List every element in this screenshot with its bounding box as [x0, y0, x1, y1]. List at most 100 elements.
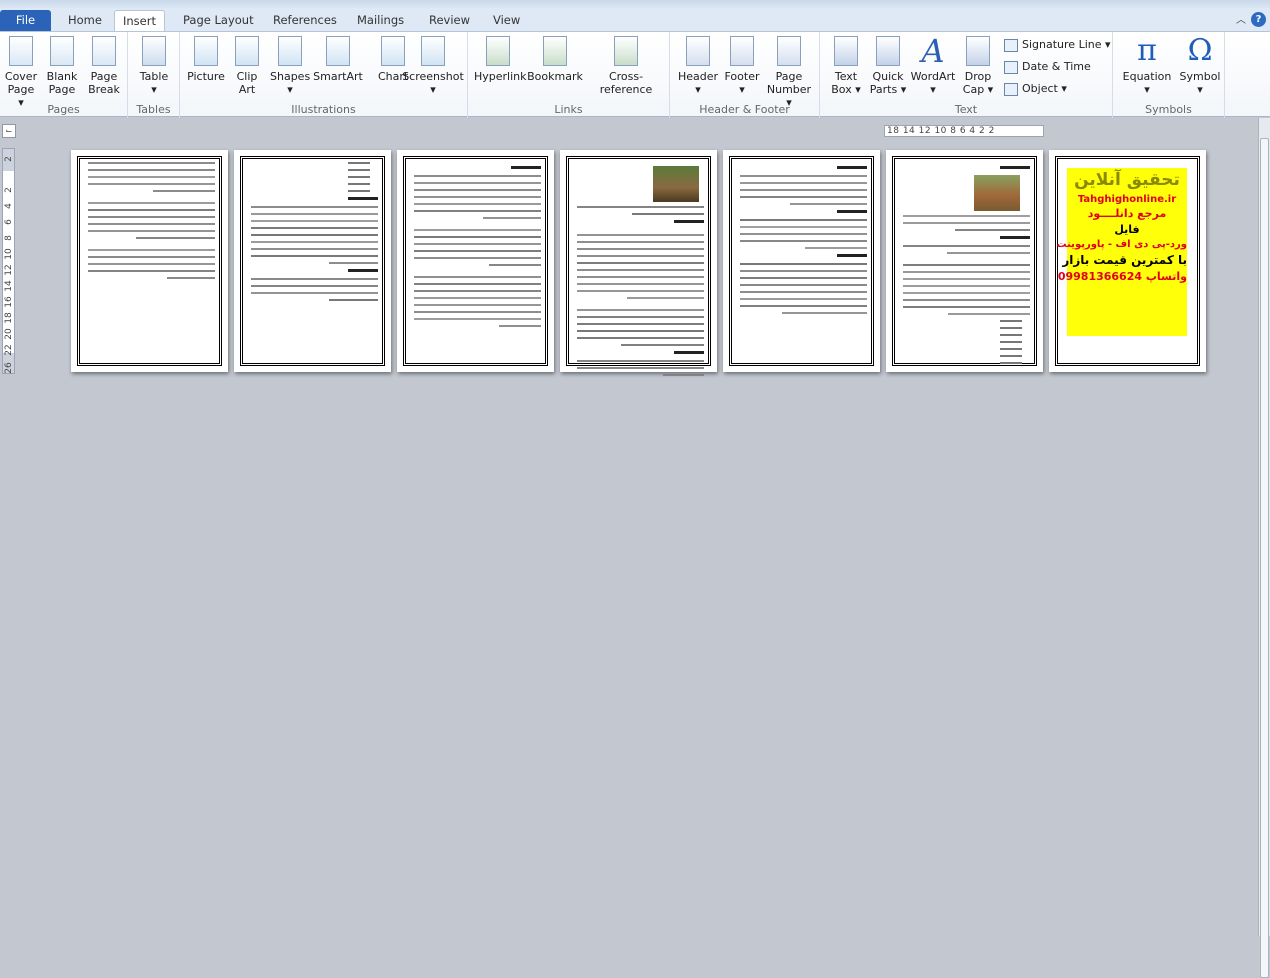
- page-thumbnail[interactable]: تحقیق آنلاین Tahghighonline.ir مرجع دانلــ…: [1049, 150, 1206, 372]
- object-button[interactable]: Object ▾: [1004, 82, 1067, 96]
- tab-references[interactable]: References: [265, 10, 345, 31]
- text-box-button[interactable]: Text Box ▾: [826, 36, 866, 96]
- equation-button[interactable]: π Equation ▾: [1117, 36, 1177, 97]
- quick-parts-button[interactable]: Quick Parts ▾: [868, 36, 908, 96]
- button-label: Cross-reference: [599, 70, 653, 96]
- clip-art-button[interactable]: Clip Art: [230, 36, 264, 96]
- table-button[interactable]: Table ▾: [134, 36, 174, 96]
- smartart-icon: [326, 36, 350, 66]
- button-label-2: [527, 83, 583, 96]
- ribbon: Cover Page ▾ Blank Page Page Break Pages Table ▾…: [0, 31, 1270, 118]
- page-thumbnail[interactable]: [234, 150, 391, 372]
- vertical-scrollbar[interactable]: [1258, 118, 1270, 978]
- button-label-2: ▾: [1197, 83, 1203, 96]
- text-icon: [834, 36, 858, 66]
- group-pages: Cover Page ▾ Blank Page Page Break Pages: [0, 32, 128, 118]
- ad-whatsapp: واتساپ: [1145, 269, 1187, 283]
- page-text: [899, 162, 1030, 369]
- button-label-2: [184, 83, 228, 96]
- tab-insert[interactable]: Insert: [114, 10, 165, 31]
- page-image: [974, 175, 1020, 211]
- drop-cap-button[interactable]: Drop Cap ▾: [958, 36, 998, 96]
- button-label-2: Break: [88, 83, 120, 96]
- page-text: [573, 162, 704, 381]
- page-break-button[interactable]: Page Break: [87, 36, 121, 96]
- tab-view[interactable]: View: [485, 10, 528, 31]
- shapes-button[interactable]: Shapes ▾: [270, 36, 310, 96]
- ad-line4: با کمترین قیمت بازار: [1062, 252, 1187, 267]
- button-label-2: [474, 83, 522, 96]
- footer-button[interactable]: Footer ▾: [722, 36, 762, 96]
- tab-home[interactable]: Home: [60, 10, 110, 31]
- hyperlink-icon: [486, 36, 510, 66]
- header-button[interactable]: Header ▾: [676, 36, 720, 96]
- smartart-button[interactable]: SmartArt: [312, 36, 364, 96]
- ruler-tick-label: 8: [4, 235, 14, 241]
- button-label: Clip: [236, 70, 258, 83]
- page-text: [410, 162, 541, 332]
- button-label: Drop: [964, 70, 992, 83]
- button-label-2: Page: [48, 83, 76, 96]
- group-label: Symbols: [1145, 103, 1192, 116]
- group-label: Tables: [136, 103, 171, 116]
- cross-reference-button[interactable]: Cross-reference: [584, 36, 668, 109]
- page-thumbnail[interactable]: [723, 150, 880, 372]
- group-symbols: π Equation ▾ Ω Symbol ▾ Symbols: [1113, 32, 1225, 118]
- wordart-icon: A: [921, 32, 945, 70]
- button-label: Text: [834, 70, 858, 83]
- button-label-2: ▾: [430, 83, 436, 96]
- page-thumbnail[interactable]: [560, 150, 717, 376]
- tab-page-layout[interactable]: Page Layout: [175, 10, 262, 31]
- tab-file[interactable]: File: [0, 10, 51, 31]
- button-label: Bookmark: [527, 70, 583, 83]
- tab-review[interactable]: Review: [421, 10, 478, 31]
- hyperlink-button[interactable]: Hyperlink: [474, 36, 527, 96]
- shapes-icon: [278, 36, 302, 66]
- button-label-2: Art: [238, 83, 256, 96]
- ruler-tick-label: 18: [4, 312, 14, 324]
- ruler-tick-label: 16: [4, 296, 14, 308]
- date-time-button[interactable]: Date & Time: [1004, 60, 1091, 74]
- help-icon[interactable]: ?: [1251, 12, 1266, 27]
- button-label-2: ▾: [287, 83, 293, 96]
- screenshot-button[interactable]: Screenshot ▾: [402, 36, 464, 96]
- ruler-tick-label: 12: [4, 264, 14, 276]
- tab-mailings[interactable]: Mailings: [349, 10, 412, 31]
- tab-selector[interactable]: ⌙: [2, 124, 16, 138]
- page-number-button[interactable]: Page Number ▾: [766, 36, 812, 109]
- header-icon: [686, 36, 710, 66]
- button-label: Shapes: [270, 70, 311, 83]
- button-label: Page: [90, 70, 118, 83]
- button-label-2: Box ▾: [831, 83, 861, 96]
- scrollbar-thumb[interactable]: [1260, 138, 1269, 978]
- ad-phone: واتساپ 09981366624: [1058, 269, 1187, 284]
- picture-button[interactable]: Picture: [184, 36, 228, 96]
- page-thumbnail[interactable]: [71, 150, 228, 372]
- bookmark-button[interactable]: Bookmark: [527, 36, 583, 96]
- object-icon: [1004, 82, 1018, 96]
- blank-icon: [50, 36, 74, 66]
- button-label: Screenshot: [402, 70, 464, 83]
- button-label: Equation: [1122, 70, 1172, 83]
- vertical-ruler[interactable]: 2 2 4 6 8 10 12 14 16 18 20 22 26: [2, 148, 15, 374]
- page-thumbnail[interactable]: [886, 150, 1043, 372]
- ruler-tick-label: 26: [4, 362, 14, 374]
- group-links: Hyperlink Bookmark Cross-reference Links: [468, 32, 670, 118]
- page-thumbnail[interactable]: [397, 150, 554, 372]
- blank-page-button[interactable]: Blank Page: [45, 36, 79, 96]
- minimize-ribbon-icon[interactable]: ︿: [1236, 11, 1246, 26]
- signature-line-button[interactable]: Signature Line ▾: [1004, 38, 1111, 52]
- ad-line1: مرجع دانلــــود: [1087, 207, 1167, 221]
- horizontal-ruler[interactable]: 18 14 12 10 8 6 4 2 2: [884, 125, 1044, 137]
- symbol-button[interactable]: Ω Symbol ▾: [1179, 33, 1221, 97]
- button-label-2: ▾: [930, 83, 936, 96]
- ad-line2: فایل: [1114, 222, 1140, 236]
- button-label-2: ▾: [1144, 83, 1150, 96]
- symbol-icon: Ω: [1187, 33, 1213, 68]
- page-image: [653, 166, 699, 202]
- ribbon-tabs: File Home Insert Page Layout References …: [0, 8, 1270, 31]
- wordart-button[interactable]: A WordArt ▾: [908, 32, 958, 96]
- button-label-2: [312, 83, 364, 96]
- cover-page-button[interactable]: Cover Page ▾: [4, 36, 38, 109]
- ruler-tick-label: 6: [4, 219, 14, 225]
